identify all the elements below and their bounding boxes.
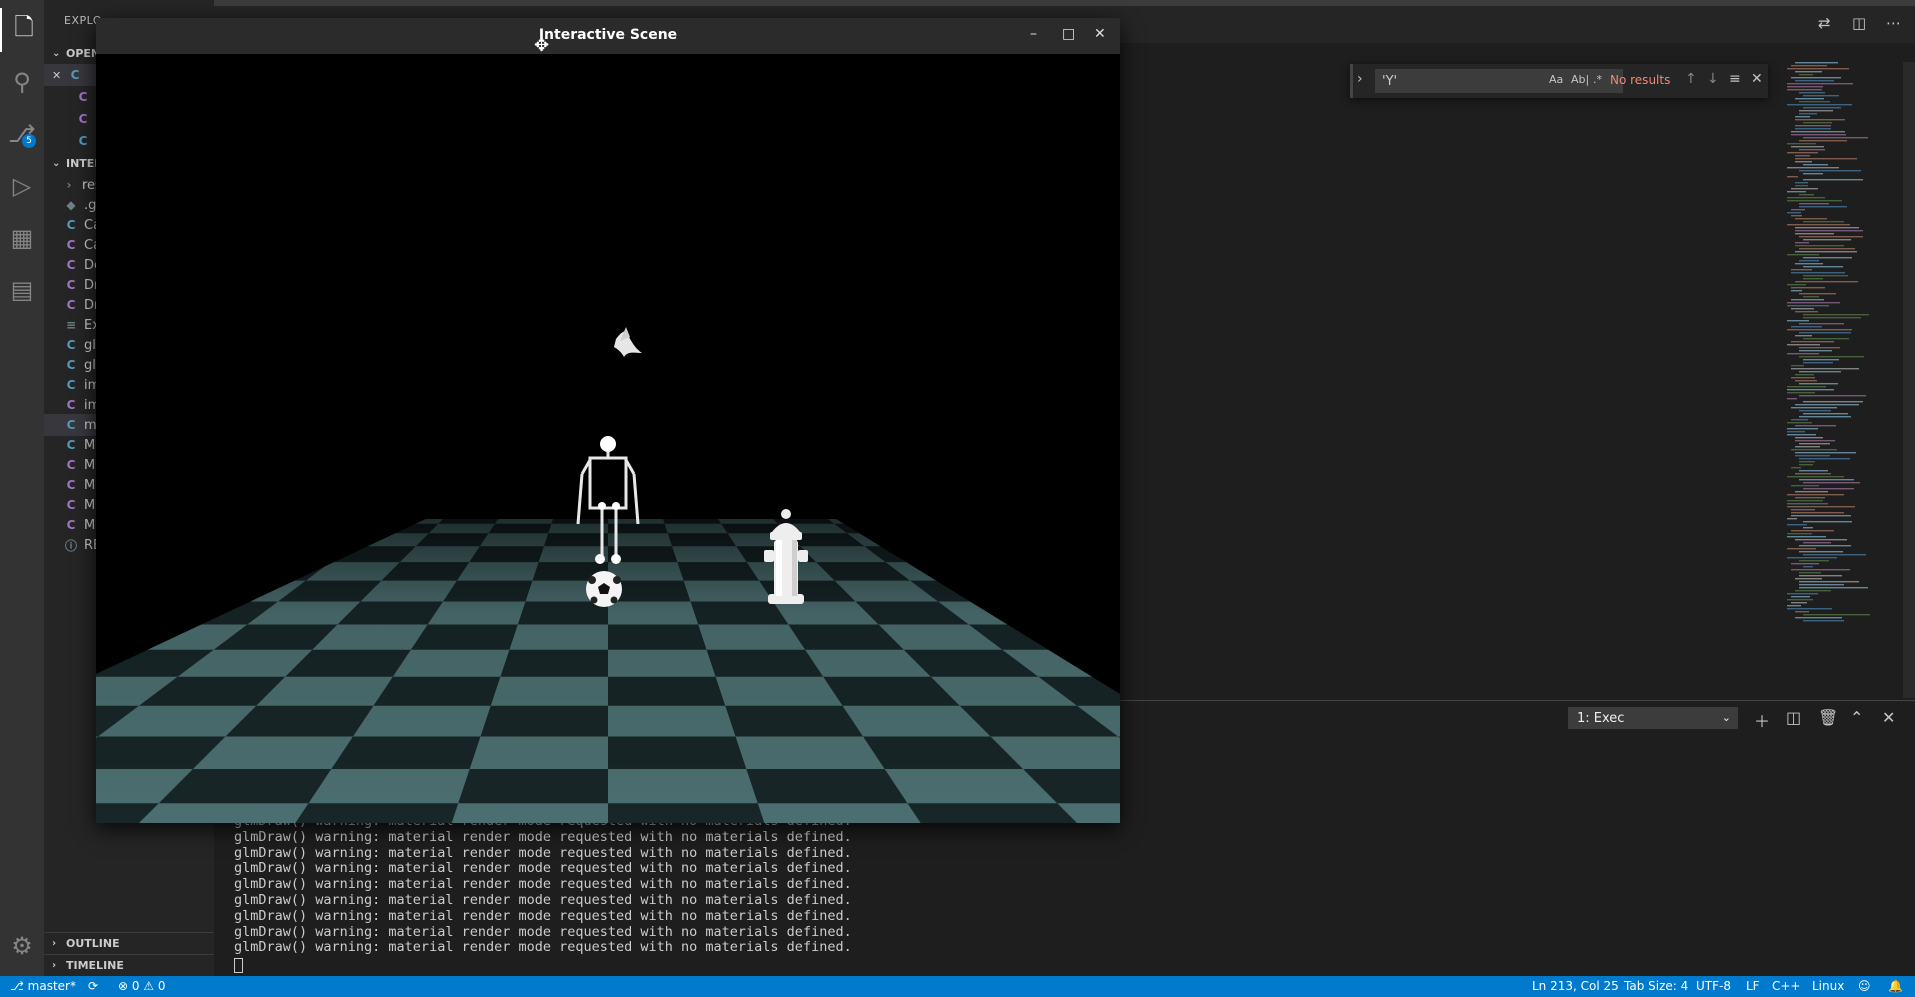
terminal-selector-label: 1: Exec [1577,710,1625,726]
terminal-line: glmDraw() warning: material render mode … [234,828,852,845]
interactive-scene-window[interactable]: Interactive Scene ✥ – □ ✕ [96,18,1120,823]
terminal-line: glmDraw() warning: material render mode … [234,860,852,877]
end-of-line[interactable]: LF [1746,979,1760,993]
close-icon[interactable]: ✕ [52,69,66,82]
minimize-window-icon[interactable]: – [1030,26,1037,42]
c-file-icon: C [66,338,76,352]
scm-badge: 5 [22,134,36,148]
c-file-icon: C⁢ [78,134,88,148]
terminal-line: glmDraw() warning: material render mode … [234,939,852,956]
terminal-output[interactable]: glmDraw() warning: material render mode … [234,813,1134,956]
minimap[interactable] [1783,62,1903,698]
outline-label: OUTLINE [66,937,120,950]
find-in-selection-icon[interactable]: ≡ [1729,71,1741,87]
c-file-icon: C⁢ [70,68,80,82]
c-file-icon: C [66,378,76,392]
branch-indicator[interactable]: ⎇ master* [10,979,76,993]
match-case-option[interactable]: Aa [1549,73,1563,86]
close-window-icon[interactable]: ✕ [1094,26,1106,42]
c-file-icon: C [78,90,88,104]
regex-option[interactable]: .* [1593,73,1602,86]
split-terminal-icon[interactable]: ◫ [1786,708,1801,727]
terminal-selector[interactable]: 1: Exec ⌄ [1568,707,1738,729]
toggle-replace-icon[interactable]: › [1357,71,1363,87]
git-file-icon: ◆ [66,198,76,212]
remote-explorer-icon[interactable]: ▤ [0,268,44,312]
render-viewport[interactable] [96,54,1120,823]
status-bar: ⎇ master* ⟳ ⊗ 0 ⚠ 0 Ln 213, Col 25 Tab S… [0,976,1915,997]
extensions-icon[interactable]: ▦ [0,216,44,260]
timeline-label: TIMELINE [66,959,124,972]
find-widget: › Aa Ab| .* No results ↑ ↓ ≡ ✕ [1350,64,1768,98]
c-file-icon: C [66,298,76,312]
chevron-down-icon: ⌄ [52,157,61,169]
c-file-icon: C [66,418,76,432]
source-control-icon[interactable]: ⎇ 5 [0,112,44,156]
checkered-floor [96,519,1120,823]
terminal-line: glmDraw() warning: material render mode … [234,844,852,861]
c-file-icon: C [66,358,76,372]
editor-scrollbar[interactable] [1903,62,1915,698]
c-file-icon: C [66,278,76,292]
info-file-icon: ⓘ [64,538,77,553]
run-debug-icon[interactable]: ▷ [0,164,44,208]
window-titlebar[interactable]: Interactive Scene ✥ – □ ✕ [96,18,1120,56]
c-file-icon: C [66,498,76,512]
c-file-icon: C [66,238,76,252]
whole-word-option[interactable]: Ab| [1571,73,1589,86]
problems-indicator[interactable]: ⊗ 0 ⚠ 0 [118,979,166,993]
terminal-line: glmDraw() warning: material render mode … [234,891,852,908]
text-file-icon: ≡ [65,318,77,332]
c-file-icon: C [66,398,76,412]
chevron-right-icon: › [66,178,72,192]
chevron-down-icon: ⌄ [52,47,61,59]
feedback-icon[interactable]: ☺ [1858,979,1871,993]
close-panel-icon[interactable]: ✕ [1882,708,1895,727]
c-file-icon: C [66,438,76,452]
c-file-icon: C [66,518,76,532]
close-find-icon[interactable]: ✕ [1751,71,1763,87]
window-title: Interactive Scene [538,27,678,43]
language-mode[interactable]: C++ [1772,979,1801,993]
c-file-icon: C [78,112,88,126]
explorer-icon[interactable]: 🗋 [0,8,46,52]
sync-icon[interactable]: ⟳ [88,979,98,993]
terminal-line: glmDraw() warning: material render mode … [234,876,852,893]
c-file-icon: C [66,218,76,232]
split-editor-icon[interactable]: ◫ [1852,14,1866,32]
tab-size[interactable]: Tab Size: 4 [1624,979,1688,993]
notifications-bell-icon[interactable]: 🔔 [1888,979,1903,993]
bird-model [614,327,642,357]
move-cursor-icon: ✥ [534,35,550,56]
maximize-panel-icon[interactable]: ⌃ [1850,708,1863,727]
c-file-icon: C [66,458,76,472]
next-match-icon[interactable]: ↓ [1707,71,1719,87]
cursor-position[interactable]: Ln 213, Col 25 [1532,979,1619,993]
terminal-line: glmDraw() warning: material render mode … [234,907,852,924]
new-terminal-icon[interactable]: ＋ [1754,708,1770,732]
chevron-right-icon: › [52,938,57,949]
terminal-line: glmDraw() warning: material render mode … [234,923,852,940]
c-file-icon: C [66,478,76,492]
search-icon[interactable]: ⚲ [0,60,44,104]
c-file-icon: C [66,258,76,272]
kill-terminal-icon[interactable]: 🗑 [1818,708,1838,727]
more-actions-icon[interactable]: ⋯ [1886,14,1901,32]
maximize-window-icon[interactable]: □ [1062,26,1075,42]
settings-gear-icon[interactable]: ⚙ [0,924,44,968]
outline-header[interactable]: › OUTLINE [44,932,214,954]
chevron-right-icon: › [52,960,57,971]
file-encoding[interactable]: UTF-8 [1696,979,1731,993]
chevron-down-icon: ⌄ [1721,711,1731,724]
find-result-count: No results [1610,73,1671,87]
timeline-header[interactable]: › TIMELINE [44,954,214,976]
branch-name: master* [27,979,76,993]
compare-icon[interactable]: ⇄ [1818,14,1831,32]
terminal-cursor [234,958,243,973]
previous-match-icon[interactable]: ↑ [1685,71,1697,87]
soccer-ball-model [586,571,622,607]
activity-bar: 🗋 ⚲ ⎇ 5 ▷ ▦ ▤ ⚙ [0,0,44,976]
scene-render [96,327,1120,823]
os-indicator[interactable]: Linux [1812,979,1844,993]
